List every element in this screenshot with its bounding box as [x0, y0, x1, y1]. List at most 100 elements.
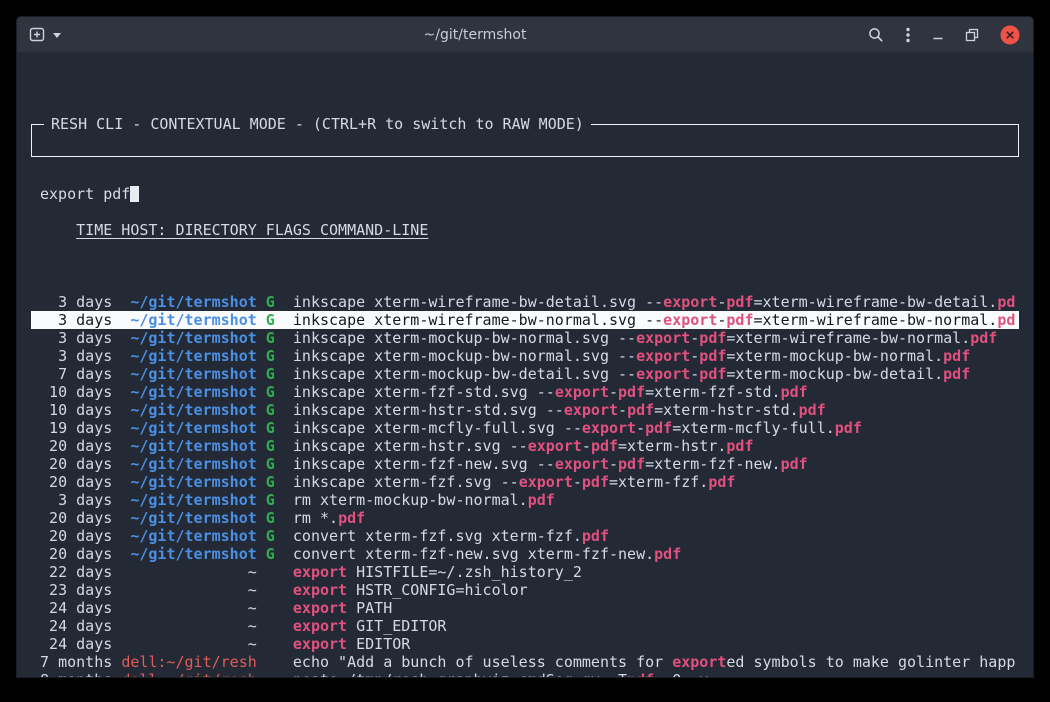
new-tab-button[interactable] — [29, 26, 62, 43]
row-command-text: - — [609, 383, 618, 401]
row-host-pad — [121, 347, 130, 365]
row-command-text: inkscape xterm-mcfly-full.svg -- — [293, 419, 582, 437]
row-time: 3 days — [31, 293, 121, 311]
row-flags: G — [257, 293, 293, 311]
history-row[interactable]: 10 days ~/git/termshot G inkscape xterm-… — [31, 401, 1019, 419]
history-row[interactable]: 22 days ~ export HISTFILE=~/.zsh_history… — [31, 563, 1019, 581]
row-command-match: pdf — [618, 383, 645, 401]
history-row[interactable]: 19 days ~/git/termshot G inkscape xterm-… — [31, 419, 1019, 437]
history-row[interactable]: 20 days ~/git/termshot G convert xterm-f… — [31, 545, 1019, 563]
row-flags — [257, 635, 293, 653]
row-command-text: convert xterm-fzf.svg xterm-fzf. — [293, 527, 582, 545]
row-command-match: export — [293, 563, 347, 581]
row-command-text: PATH — [347, 599, 392, 617]
row-flags: G — [257, 473, 293, 491]
search-box-title: RESH CLI - CONTEXTUAL MODE - (CTRL+R to … — [44, 115, 591, 133]
history-row[interactable]: 20 days ~/git/termshot G convert xterm-f… — [31, 527, 1019, 545]
history-row[interactable]: 8 months dell:~/git/resh neato /tmp/resh… — [31, 671, 1019, 677]
history-row[interactable]: 7 days ~/git/termshot G inkscape xterm-m… — [31, 365, 1019, 383]
row-command-text: inkscape xterm-mockup-bw-normal.svg -- — [293, 329, 636, 347]
row-flags: G — [257, 311, 293, 329]
history-row[interactable]: 20 days ~/git/termshot G rm *.pdf — [31, 509, 1019, 527]
row-flags: G — [257, 329, 293, 347]
history-row[interactable]: 24 days ~ export PATH — [31, 599, 1019, 617]
row-flags — [257, 581, 293, 599]
row-command-match: pdf — [627, 671, 654, 677]
row-host-pad — [121, 311, 130, 329]
row-host-directory: ~/git/termshot — [130, 383, 256, 401]
row-command-match: export — [663, 293, 717, 311]
row-time: 20 days — [31, 437, 121, 455]
row-command-text: inkscape xterm-wireframe-bw-normal.svg -… — [293, 311, 663, 329]
row-command-match: pd — [997, 311, 1015, 329]
row-host-pad — [121, 563, 247, 581]
row-command-match: pdf — [726, 437, 753, 455]
row-flags: G — [257, 491, 293, 509]
minimize-icon — [931, 28, 945, 42]
row-command-match: pdf — [781, 455, 808, 473]
row-command-match: export — [293, 581, 347, 599]
row-command-match: pdf — [654, 545, 681, 563]
row-command-text: - — [690, 365, 699, 383]
menu-button[interactable] — [905, 26, 911, 44]
row-command-match: pdf — [618, 455, 645, 473]
row-command-match: pdf — [781, 383, 808, 401]
history-row[interactable]: 20 days ~/git/termshot G inkscape xterm-… — [31, 473, 1019, 491]
history-row[interactable]: 3 days ~/git/termshot G rm xterm-mockup-… — [31, 491, 1019, 509]
row-command-match: pd — [997, 293, 1015, 311]
row-host-directory: ~ — [248, 617, 257, 635]
row-command-text: inkscape xterm-hstr-std.svg -- — [293, 401, 564, 419]
row-command-match: pdf — [708, 473, 735, 491]
row-command-text: - — [582, 437, 591, 455]
row-command-match: export — [293, 599, 347, 617]
row-command-match: export — [519, 473, 573, 491]
close-button[interactable] — [999, 24, 1021, 46]
row-command-text: convert xterm-fzf-new.svg xterm-fzf-new. — [293, 545, 654, 563]
row-command-text: neato /tmp/resh-graphviz-cmdSeq.gv -T — [293, 671, 627, 677]
row-command-text: - — [609, 455, 618, 473]
history-row[interactable]: 3 days ~/git/termshot G inkscape xterm-w… — [31, 293, 1019, 311]
history-row[interactable]: 3 days ~/git/termshot G inkscape xterm-m… — [31, 347, 1019, 365]
row-flags: G — [257, 527, 293, 545]
row-time: 24 days — [31, 635, 121, 653]
row-host-pad — [121, 635, 247, 653]
row-time: 20 days — [31, 455, 121, 473]
history-row[interactable]: 3 days ~/git/termshot G inkscape xterm-m… — [31, 329, 1019, 347]
search-query-input[interactable]: export pdf — [32, 179, 1018, 209]
row-flags — [257, 563, 293, 581]
row-flags — [257, 617, 293, 635]
row-time: 24 days — [31, 617, 121, 635]
history-row[interactable]: 7 months dell:~/git/resh echo "Add a bun… — [31, 653, 1019, 671]
terminal-screen[interactable]: RESH CLI - CONTEXTUAL MODE - (CTRL+R to … — [17, 53, 1033, 677]
history-row[interactable]: 23 days ~ export HSTR_CONFIG=hicolor — [31, 581, 1019, 599]
row-command-text: -O -v — [654, 671, 708, 677]
row-time: 24 days — [31, 599, 121, 617]
row-command-text: HISTFILE=~/.zsh_history_2 — [347, 563, 582, 581]
row-host-directory: ~/git/termshot — [130, 293, 256, 311]
row-command-match: export — [636, 329, 690, 347]
row-command-text: =xterm-mcfly-full. — [672, 419, 835, 437]
row-time: 19 days — [31, 419, 121, 437]
search-button[interactable] — [867, 26, 885, 44]
minimize-button[interactable] — [931, 28, 945, 42]
row-command-match: pdf — [627, 401, 654, 419]
row-host-directory: ~/git/termshot — [130, 491, 256, 509]
row-host-pad — [121, 617, 247, 635]
history-row[interactable]: 20 days ~/git/termshot G inkscape xterm-… — [31, 437, 1019, 455]
history-row[interactable]: 10 days ~/git/termshot G inkscape xterm-… — [31, 383, 1019, 401]
history-row[interactable]: 24 days ~ export EDITOR — [31, 635, 1019, 653]
row-host-directory: ~ — [248, 563, 257, 581]
row-time: 23 days — [31, 581, 121, 599]
row-command-text: =xterm-mockup-bw-normal. — [726, 347, 943, 365]
close-icon — [999, 24, 1021, 46]
row-command-text: GIT_EDITOR — [347, 617, 446, 635]
row-flags: G — [257, 365, 293, 383]
history-row[interactable]: 24 days ~ export GIT_EDITOR — [31, 617, 1019, 635]
row-command-text: inkscape xterm-wireframe-bw-detail.svg -… — [293, 293, 663, 311]
history-row[interactable]: 20 days ~/git/termshot G inkscape xterm-… — [31, 455, 1019, 473]
row-host-directory: ~/git/termshot — [130, 365, 256, 383]
row-host-pad — [121, 329, 130, 347]
history-row-selected[interactable]: 3 days ~/git/termshot G inkscape xterm-w… — [31, 311, 1019, 329]
row-command-match: pdf — [645, 419, 672, 437]
restore-button[interactable] — [965, 28, 979, 42]
